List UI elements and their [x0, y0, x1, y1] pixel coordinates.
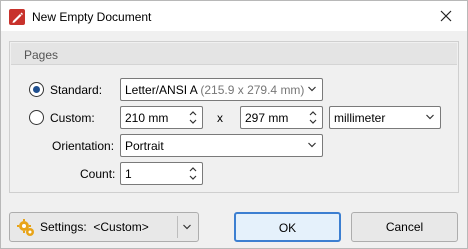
dimension-separator: x [217, 111, 223, 125]
close-icon [440, 10, 452, 22]
custom-width-value: 210 mm [125, 111, 169, 125]
chevron-down-icon [308, 142, 316, 148]
standard-size-value: Letter/ANSI A [125, 83, 198, 97]
orientation-value: Portrait [125, 139, 164, 153]
custom-height-value: 297 mm [245, 111, 289, 125]
unit-value: millimeter [334, 111, 386, 125]
spin-arrows-icon[interactable] [187, 108, 199, 127]
count-label: Count: [80, 167, 116, 181]
chevron-down-icon [308, 86, 316, 92]
ok-button[interactable]: OK [234, 212, 341, 242]
settings-label: Settings: [40, 220, 87, 234]
custom-height-spinner[interactable]: 297 mm [240, 106, 323, 129]
custom-width-spinner[interactable]: 210 mm [120, 106, 203, 129]
window-title: New Empty Document [32, 10, 152, 24]
cancel-button[interactable]: Cancel [351, 212, 458, 242]
close-button[interactable] [425, 1, 467, 31]
settings-button[interactable]: Settings: <Custom> [9, 212, 199, 242]
orientation-label: Orientation: [52, 139, 115, 153]
new-empty-document-dialog: New Empty Document Pages Standard: Lette… [0, 0, 468, 249]
orientation-select[interactable]: Portrait [120, 134, 323, 157]
standard-size-dimensions: (215.9 x 279.4 mm) [197, 83, 305, 97]
chevron-down-icon[interactable] [182, 222, 192, 232]
count-value: 1 [125, 167, 132, 181]
pages-group-title: Pages [24, 48, 59, 62]
spin-arrows-icon[interactable] [187, 164, 199, 183]
chevron-down-icon [426, 114, 434, 120]
unit-select[interactable]: millimeter [329, 106, 441, 129]
title-bar: New Empty Document [1, 1, 467, 31]
gears-icon [17, 219, 34, 236]
standard-radio[interactable] [29, 82, 44, 97]
cancel-button-label: Cancel [385, 220, 424, 234]
pdf-pen-icon [9, 9, 25, 25]
settings-value: <Custom> [93, 220, 149, 234]
custom-label[interactable]: Custom: [50, 111, 95, 125]
pages-group-header: Pages [11, 43, 457, 65]
standard-size-select[interactable]: Letter/ANSI A (215.9 x 279.4 mm) [120, 78, 323, 101]
custom-radio[interactable] [29, 110, 44, 125]
ok-button-label: OK [278, 221, 297, 235]
standard-label[interactable]: Standard: [50, 83, 102, 97]
spin-arrows-icon[interactable] [307, 108, 319, 127]
settings-divider [177, 216, 178, 238]
count-spinner[interactable]: 1 [120, 162, 203, 185]
